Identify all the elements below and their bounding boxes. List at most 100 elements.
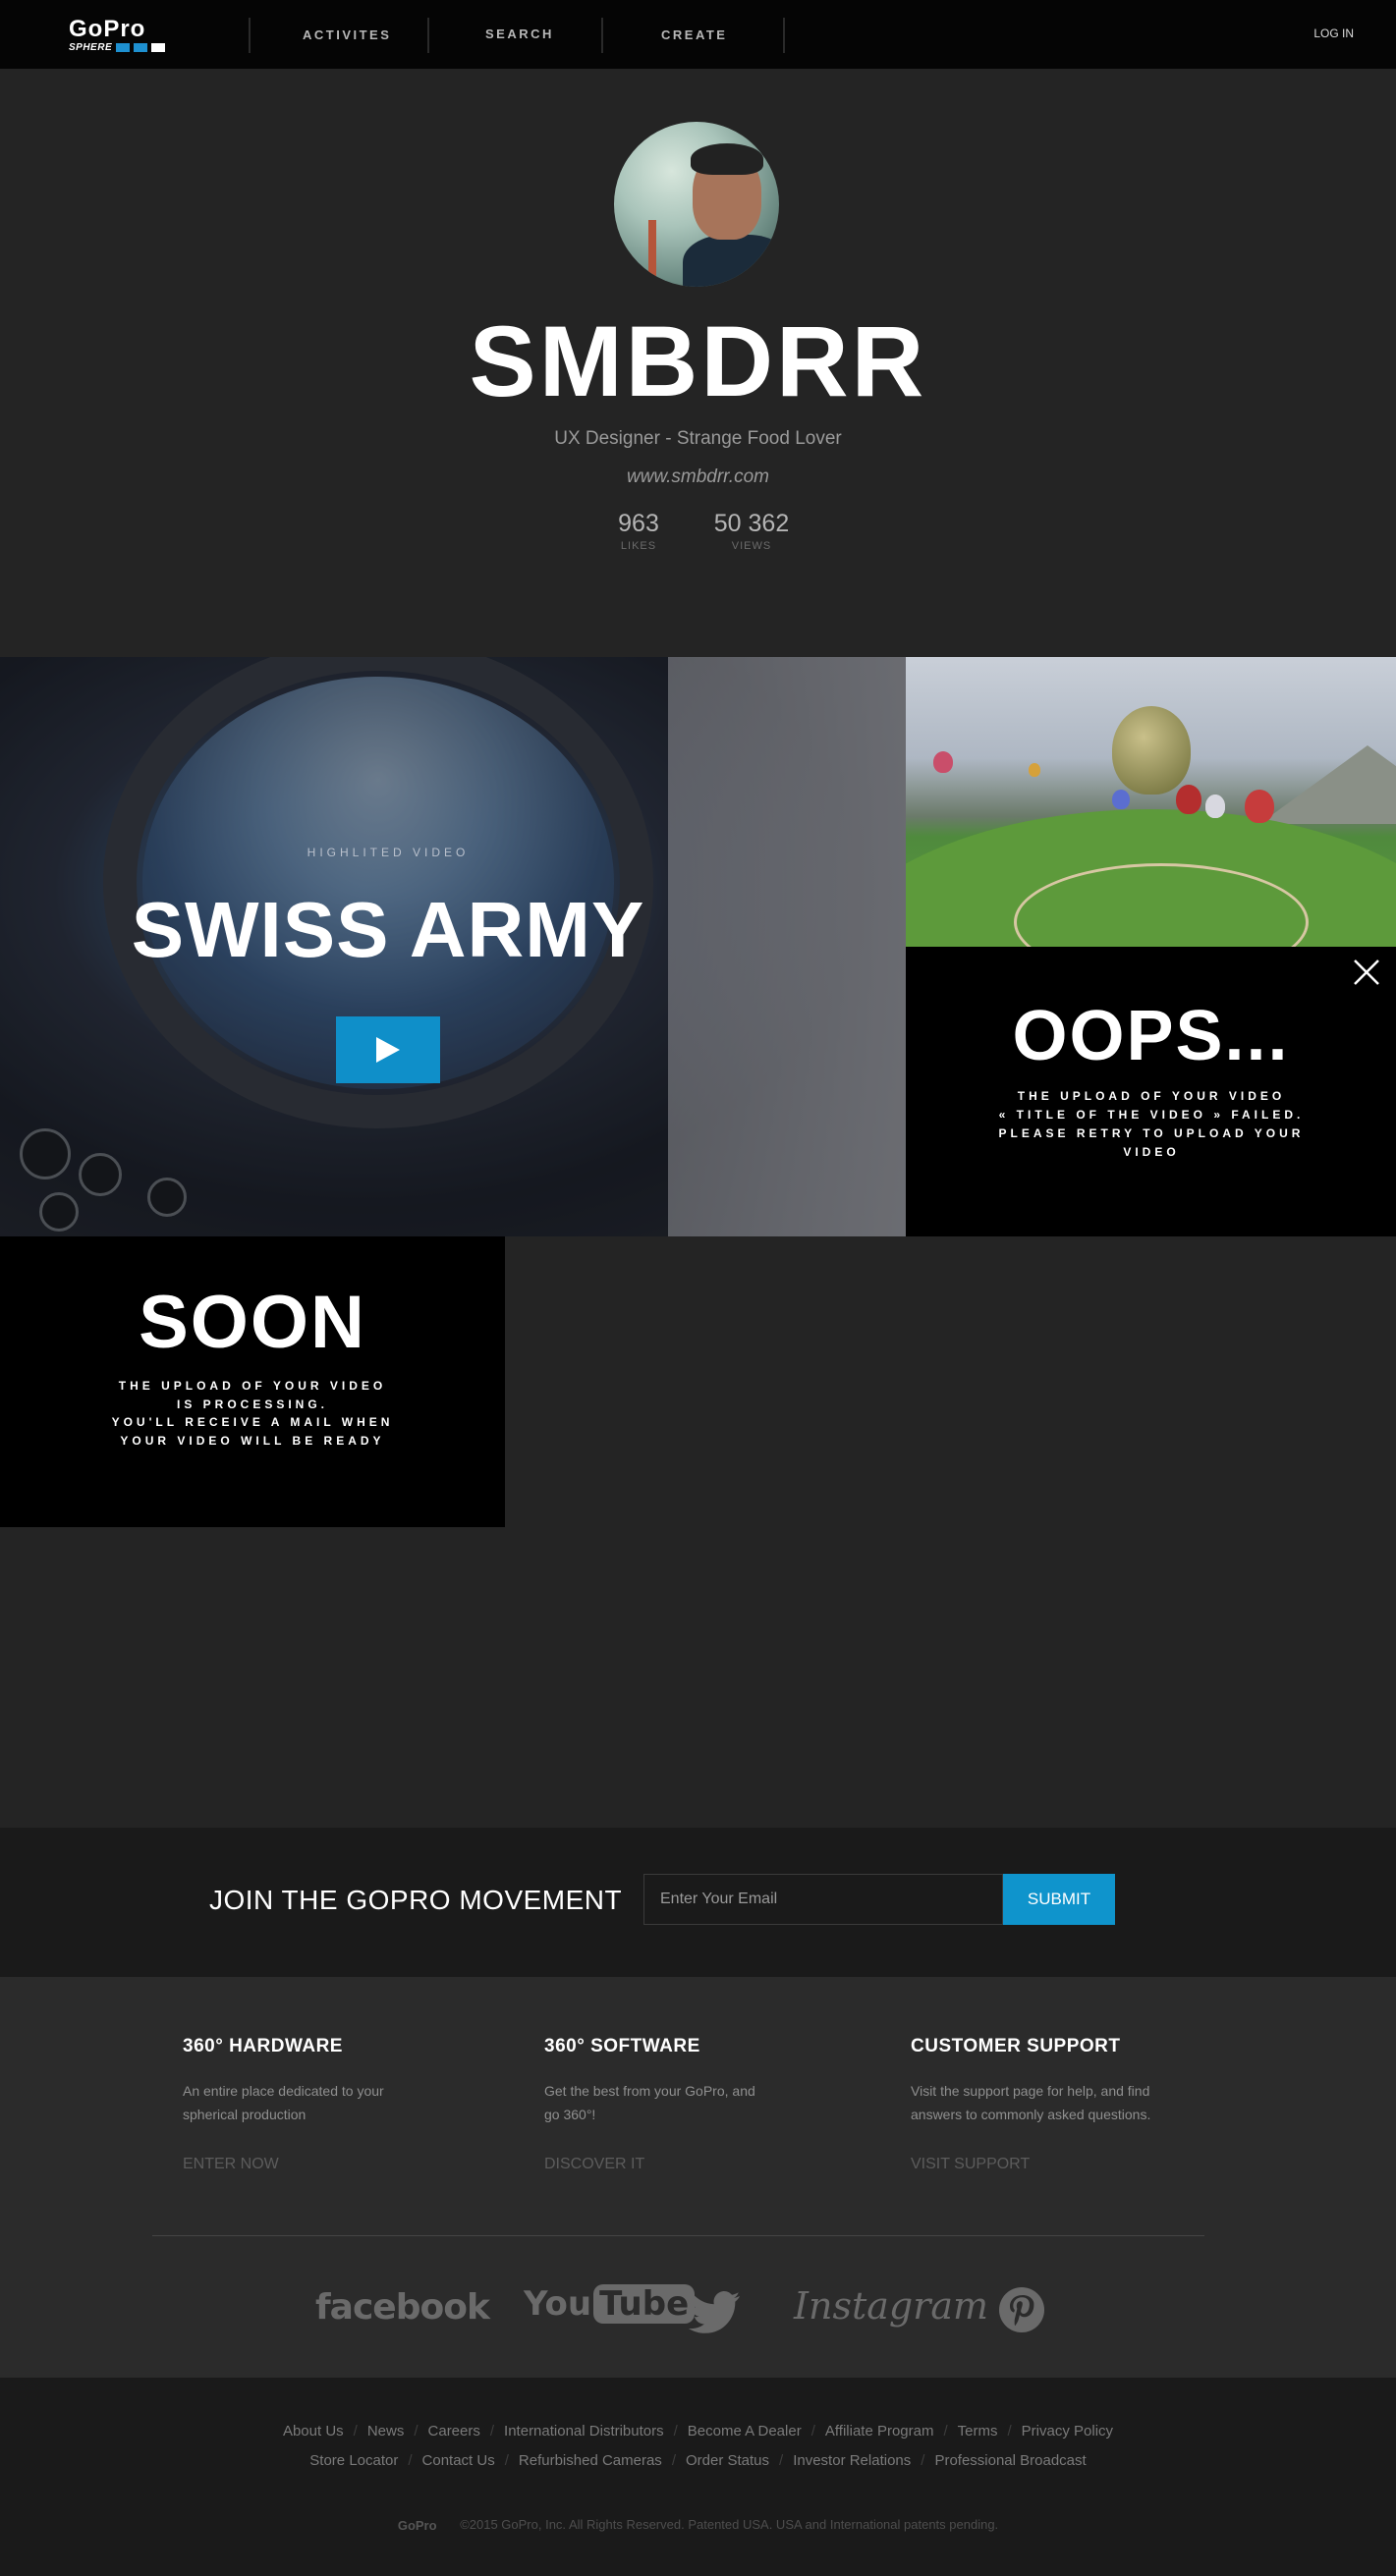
footer-links-row-2: Store Locator / Contact Us / Refurbished Cam… — [0, 2452, 1396, 2469]
enter-now-link[interactable]: ENTER NOW — [183, 2156, 419, 2173]
link-separator: / — [671, 2452, 676, 2469]
visit-support-link[interactable]: VISIT SUPPORT — [911, 2156, 1176, 2173]
gopro-mini-logo: GoPro — [397, 2518, 437, 2534]
youtube-tube: Tube — [593, 2284, 696, 2324]
nav-item-create[interactable]: CREATE — [661, 27, 727, 42]
pinterest-icon[interactable] — [998, 2286, 1045, 2333]
link-separator: / — [943, 2423, 948, 2439]
footer-link[interactable]: Refurbished Cameras — [519, 2452, 662, 2469]
link-separator: / — [353, 2423, 358, 2439]
footer-links-row-1: About Us / News / Careers / International Dist… — [0, 2423, 1396, 2439]
logo-square-icon — [151, 43, 166, 52]
instagram-icon[interactable]: Instagram — [794, 2284, 988, 2328]
copyright: GoPro ©2015 GoPro, Inc. All Rights Reser… — [0, 2517, 1396, 2533]
profile-username: SMBDRR — [469, 305, 927, 417]
logo-square-icon — [116, 43, 131, 52]
link-separator: / — [779, 2452, 784, 2469]
footer-link[interactable]: Privacy Policy — [1022, 2423, 1113, 2439]
views-count: 50 362 — [713, 510, 790, 537]
footer-link[interactable]: Order Status — [686, 2452, 769, 2469]
top-navbar: GoPro SPHERE ACTIVITES SEARCH CREATE LOG… — [0, 0, 1396, 69]
likes-stat: 963 LIKES — [604, 510, 673, 552]
soon-message-line: YOUR VIDEO WILL BE READY — [120, 1433, 385, 1448]
logo-sub-text: SPHERE — [69, 42, 113, 53]
balloon — [933, 751, 953, 773]
soon-message: THE UPLOAD OF YOUR VIDEO IS PROCESSING. … — [59, 1377, 446, 1450]
email-input[interactable] — [643, 1874, 1003, 1925]
soon-message-line: IS PROCESSING. — [176, 1397, 329, 1411]
footer-link[interactable]: Become A Dealer — [688, 2423, 802, 2439]
link-separator: / — [1007, 2423, 1012, 2439]
footer-link[interactable]: International Distributors — [504, 2423, 664, 2439]
highlighted-video-card[interactable]: HIGHLITED VIDEO SWISS ARMY — [0, 657, 906, 1236]
balloon-video-thumbnail[interactable] — [906, 657, 1396, 947]
profile-website-link[interactable]: www.smbdrr.com — [0, 466, 1396, 488]
nav-divider — [249, 18, 251, 53]
link-separator: / — [673, 2423, 678, 2439]
nav-item-search[interactable]: SEARCH — [485, 27, 554, 41]
views-stat: 50 362 VIEWS — [702, 510, 801, 552]
upload-failed-card: OOPS... THE UPLOAD OF YOUR VIDEO « TITLE… — [906, 947, 1396, 1236]
balloon-large — [1112, 706, 1191, 795]
youtube-icon[interactable]: You Tube — [524, 2284, 696, 2324]
feature-description: Visit the support page for help, and fin… — [911, 2083, 1151, 2122]
footer-link[interactable]: News — [367, 2423, 405, 2439]
footer-link[interactable]: About Us — [283, 2423, 344, 2439]
link-separator: / — [921, 2452, 925, 2469]
feature-description: An entire place dedicated to your spheri… — [183, 2083, 384, 2122]
oops-title: OOPS... — [1012, 997, 1290, 1075]
balloon — [1245, 790, 1274, 823]
likes-label: LIKES — [620, 540, 657, 552]
avatar-shirt — [683, 235, 779, 287]
oops-message-line: « TITLE OF THE VIDEO » FAILED. — [998, 1108, 1305, 1122]
link-separator: / — [408, 2452, 413, 2469]
discover-it-link[interactable]: DISCOVER IT — [544, 2156, 760, 2173]
facebook-icon[interactable]: facebook — [315, 2287, 490, 2328]
footer-link[interactable]: Careers — [428, 2423, 480, 2439]
profile-bio: UX Designer - Strange Food Lover — [554, 428, 842, 449]
logo-sub: SPHERE — [69, 42, 166, 53]
footer-link[interactable]: Affiliate Program — [825, 2423, 934, 2439]
thumb-mountain — [1259, 745, 1396, 824]
submit-button[interactable]: SUBMIT — [1003, 1874, 1115, 1925]
twitter-icon[interactable] — [688, 2291, 741, 2334]
footer-link[interactable]: Terms — [958, 2423, 998, 2439]
logo-square-icon — [134, 43, 148, 52]
footer-divider — [152, 2235, 1204, 2236]
feature-title: 360° HARDWARE — [183, 2036, 343, 2056]
link-separator: / — [810, 2423, 815, 2439]
footer-link[interactable]: Store Locator — [309, 2452, 398, 2469]
link-separator: / — [414, 2423, 419, 2439]
login-link[interactable]: LOG IN — [1313, 27, 1354, 40]
copyright-text: ©2015 GoPro, Inc. All Rights Reserved. P… — [460, 2517, 999, 2532]
profile-avatar — [614, 122, 779, 287]
gopro-sphere-logo[interactable]: GoPro SPHERE — [69, 16, 166, 53]
balloon — [1205, 795, 1225, 818]
footer-features: 360° HARDWARE An entire place dedicated … — [0, 1977, 1396, 2378]
feature-description: Get the best from your GoPro, and go 360… — [544, 2083, 755, 2122]
logo-wordmark: GoPro — [69, 16, 146, 42]
newsletter-heading: JOIN THE GOPRO MOVEMENT — [209, 1885, 623, 1915]
nav-divider — [783, 18, 785, 53]
footer-link[interactable]: Investor Relations — [793, 2452, 911, 2469]
nav-item-activites[interactable]: ACTIVITES — [303, 27, 391, 42]
upload-processing-card: SOON THE UPLOAD OF YOUR VIDEO IS PROCESS… — [0, 1236, 505, 1527]
balloon — [1112, 790, 1130, 809]
feature-title: CUSTOMER SUPPORT — [911, 2036, 1121, 2056]
newsletter-section: JOIN THE GOPRO MOVEMENT SUBMIT — [0, 1828, 1396, 1977]
nav-divider — [427, 18, 429, 53]
soon-message-line: YOU'LL RECEIVE A MAIL WHEN — [111, 1415, 394, 1429]
highlight-label: HIGHLITED VIDEO — [307, 846, 470, 859]
avatar-bridge-tower — [648, 220, 656, 279]
footer-link[interactable]: Professional Broadcast — [934, 2452, 1086, 2469]
close-icon[interactable] — [1351, 957, 1382, 988]
play-button[interactable] — [336, 1016, 440, 1083]
avatar-hair — [691, 143, 763, 175]
soon-message-line: THE UPLOAD OF YOUR VIDEO — [118, 1379, 387, 1393]
play-icon — [376, 1037, 400, 1063]
highlight-title: SWISS ARMY — [131, 886, 645, 973]
feature-hardware: 360° HARDWARE An entire place dedicated … — [183, 2036, 419, 2173]
footer-link[interactable]: Contact Us — [422, 2452, 495, 2469]
likes-count: 963 — [618, 510, 659, 537]
oops-message-line: THE UPLOAD OF YOUR VIDEO — [1017, 1089, 1286, 1103]
